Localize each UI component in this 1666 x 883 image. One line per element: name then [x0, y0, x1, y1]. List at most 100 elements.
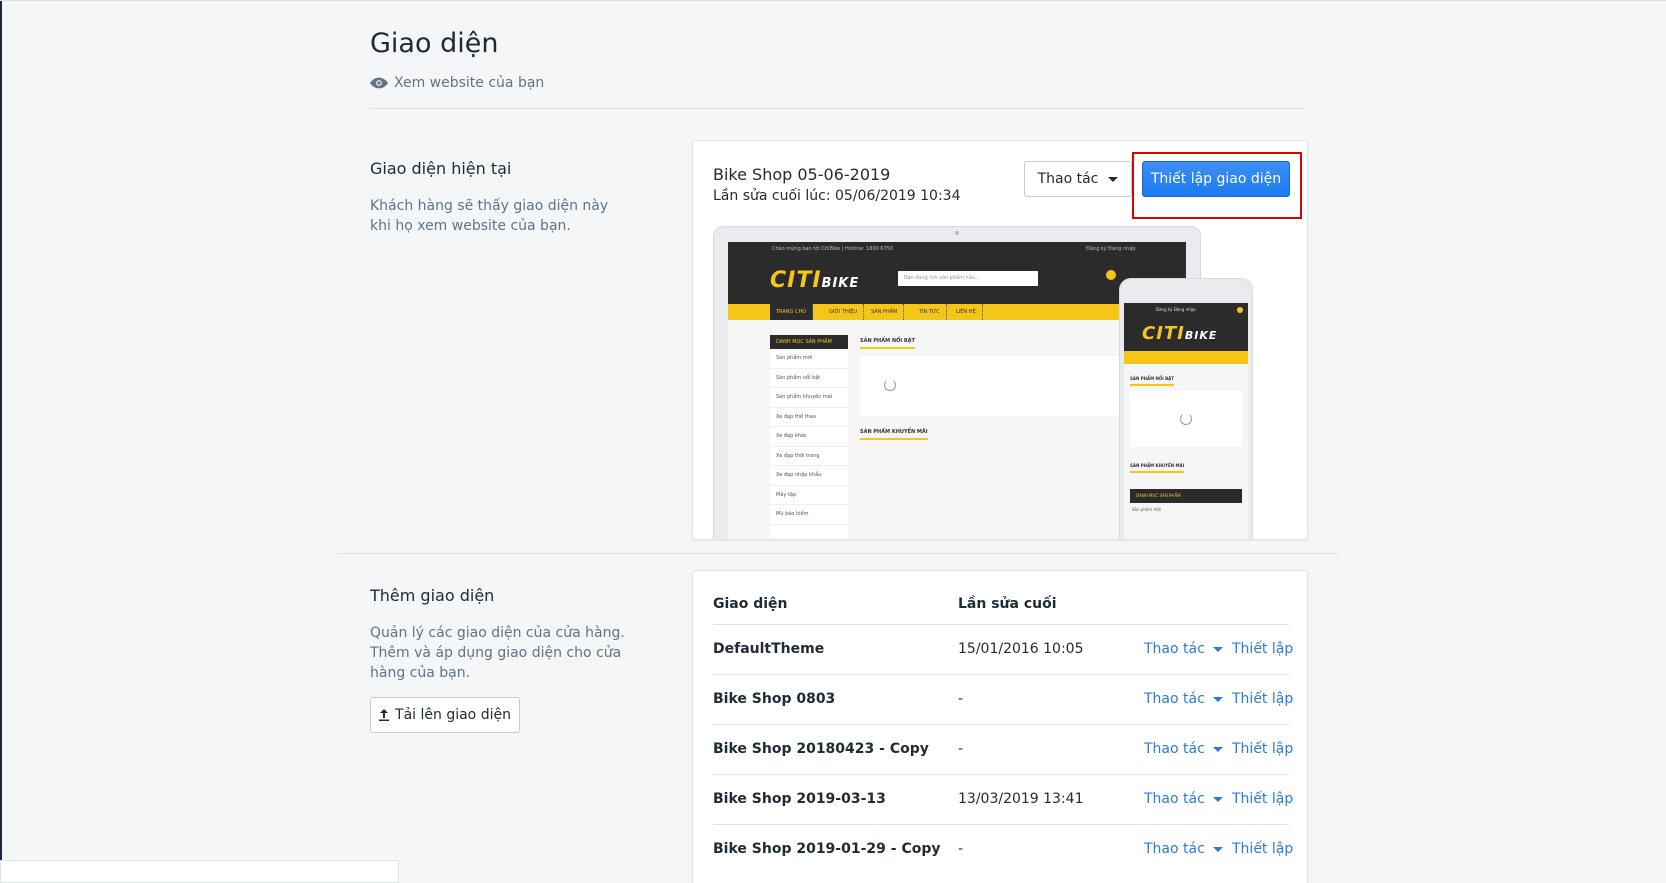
row-actions-label: Thao tác — [1144, 791, 1205, 807]
preview-topbar-right: Đăng ký Đăng nhập — [1086, 246, 1136, 252]
preview-sidebar-item: Sản phẩm khuyến mãi — [770, 388, 848, 408]
preview-featured-box — [860, 356, 1120, 416]
mobile-preview-logo: CITIBIKE — [1142, 323, 1217, 344]
preview-sidebar-item: Xe đạp nhập khẩu — [770, 466, 848, 486]
eye-icon — [370, 77, 388, 89]
theme-date-cell: 13/03/2019 13:41 — [958, 791, 1084, 807]
mobile-featured-title: SẢN PHẨM NỔI BẬT — [1130, 376, 1174, 386]
current-theme-title: Giao diện hiện tại — [370, 159, 512, 178]
upload-theme-label: Tải lên giao diện — [395, 707, 511, 723]
theme-date-cell: 15/01/2016 10:05 — [958, 641, 1084, 657]
row-customize-link[interactable]: Thiết lập — [1232, 691, 1293, 707]
bottom-panel — [0, 860, 399, 883]
row-actions-label: Thao tác — [1144, 691, 1205, 707]
table-row: DefaultTheme 15/01/2016 10:05 Thao tác T… — [713, 624, 1293, 674]
caret-down-icon — [1212, 696, 1223, 702]
preview-sidebar: DANH MỤC SẢN PHẨM Sản phẩm mới Sản phẩm … — [770, 335, 848, 539]
logo-citi: CITI — [770, 268, 822, 293]
preview-featured-title: SẢN PHẨM NỔI BẬT — [860, 338, 915, 349]
mobile-preview: Đăng ký Đăng nhập CITIBIKE SẢN PHẨM NỔI … — [1119, 278, 1253, 539]
section-divider — [338, 553, 1338, 554]
row-customize-link[interactable]: Thiết lập — [1232, 791, 1293, 807]
preview-nav-item: GIỚI THIỆU — [823, 304, 865, 320]
logo-bike: BIKE — [1184, 329, 1218, 342]
mobile-preview-screen: Đăng ký Đăng nhập CITIBIKE SẢN PHẨM NỔI … — [1124, 303, 1248, 539]
view-website-link[interactable]: Xem website của bạn — [370, 75, 544, 91]
logo-citi: CITI — [1142, 323, 1185, 344]
mobile-sidebar-title: DANH MỤC SẢN PHẨM — [1130, 489, 1242, 503]
col-header-last-edit: Lần sửa cuối — [958, 596, 1057, 612]
row-actions-dropdown[interactable]: Thao tác — [1144, 741, 1223, 757]
row-actions-dropdown[interactable]: Thao tác — [1144, 791, 1223, 807]
preview-nav-item: SẢN PHẨM — [865, 304, 905, 320]
theme-name-cell: Bike Shop 0803 — [713, 691, 836, 707]
row-actions-label: Thao tác — [1144, 841, 1205, 857]
upload-icon — [379, 709, 390, 721]
current-theme-name: Bike Shop 05-06-2019 — [713, 165, 891, 184]
caret-down-icon — [1212, 846, 1223, 852]
caret-down-icon — [1108, 176, 1119, 182]
mobile-cart-icon — [1237, 307, 1243, 313]
preview-search: Bạn đang tìm sản phẩm nào... — [898, 271, 1038, 286]
preview-promo-title: SẢN PHẨM KHUYẾN MÃI — [860, 429, 928, 440]
col-header-theme: Giao diện — [713, 596, 788, 612]
loading-spinner-icon — [1180, 413, 1192, 425]
row-actions-dropdown[interactable]: Thao tác — [1144, 691, 1223, 707]
theme-actions-dropdown[interactable]: Thao tác — [1024, 161, 1132, 197]
preview-sidebar-item: Xe đạp thể thao — [770, 408, 848, 427]
camera-dot — [955, 231, 959, 235]
table-row: Bike Shop 0803 - Thao tác Thiết lập — [713, 674, 1293, 724]
row-customize-link[interactable]: Thiết lập — [1232, 841, 1293, 857]
desktop-preview-screen: Chào mừng bạn tới CitiBike | Hotline: 18… — [728, 242, 1186, 539]
preview-sidebar-item: Xe đạp khác — [770, 427, 848, 447]
caret-down-icon — [1212, 646, 1223, 652]
preview-logo: CITIBIKE — [770, 268, 859, 293]
row-actions-label: Thao tác — [1144, 741, 1205, 757]
view-website-label: Xem website của bạn — [394, 75, 545, 91]
more-themes-desc: Quản lý các giao diện của cửa hàng. Thêm… — [370, 625, 625, 681]
highlight-box — [1132, 152, 1302, 219]
table-row: Bike Shop 2019-03-13 13/03/2019 13:41 Th… — [713, 774, 1293, 824]
current-theme-desc: Khách hàng sẽ thấy giao diện này khi họ … — [370, 198, 609, 234]
table-row: Bike Shop 2019-01-29 - Copy - Thao tác T… — [713, 824, 1293, 874]
row-actions-dropdown[interactable]: Thao tác — [1144, 841, 1223, 857]
theme-date-cell: - — [958, 691, 964, 707]
row-customize-link[interactable]: Thiết lập — [1232, 741, 1293, 757]
preview-sidebar-item: Sản phẩm mới — [770, 349, 848, 369]
preview-sidebar-title: DANH MỤC SẢN PHẨM — [770, 335, 848, 349]
top-divider — [0, 0, 1666, 1]
preview-topbar-left: Chào mừng bạn tới CitiBike | Hotline: 18… — [772, 246, 894, 252]
preview-nav-item: LIÊN HỆ — [950, 304, 983, 320]
themes-table-card: Giao diện Lần sửa cuối DefaultTheme 15/0… — [692, 570, 1308, 883]
mobile-featured-box — [1130, 391, 1242, 447]
theme-name-cell: DefaultTheme — [713, 641, 825, 657]
cart-icon — [1106, 270, 1116, 280]
caret-down-icon — [1212, 746, 1223, 752]
header-divider — [370, 108, 1306, 109]
preview-nav-item: TRANG CHỦ — [770, 304, 813, 320]
row-actions-label: Thao tác — [1144, 641, 1205, 657]
preview-sidebar-item: Xe đạp thời trang — [770, 447, 848, 466]
current-theme-last-edited: Lần sửa cuối lúc: 05/06/2019 10:34 — [713, 188, 961, 204]
preview-sidebar-item: Sản phẩm nổi bật — [770, 369, 848, 388]
more-themes-title: Thêm giao diện — [370, 586, 495, 605]
theme-date-cell: - — [958, 841, 964, 857]
loading-spinner-icon — [884, 379, 896, 391]
page-title: Giao diện — [370, 28, 499, 59]
preview-topbar: Chào mừng bạn tới CitiBike | Hotline: 18… — [728, 242, 1186, 256]
mobile-sidebar-item: Sản phẩm mới — [1132, 507, 1161, 512]
left-edge — [0, 0, 2, 883]
mobile-promo-title: SẢN PHẨM KHUYẾN MÃI — [1130, 463, 1185, 473]
table-row: Bike Shop 20180423 - Copy - Thao tác Thi… — [713, 724, 1293, 774]
preview-header: CITIBIKE Bạn đang tìm sản phẩm nào... — [728, 256, 1186, 304]
preview-nav: TRANG CHỦ GIỚI THIỆU SẢN PHẨM TIN TỨC LI… — [728, 304, 1186, 320]
theme-date-cell: - — [958, 741, 964, 757]
theme-name-cell: Bike Shop 20180423 - Copy — [713, 741, 929, 757]
caret-down-icon — [1212, 796, 1223, 802]
upload-theme-button[interactable]: Tải lên giao diện — [370, 697, 520, 733]
mobile-preview-top: Đăng ký Đăng nhập — [1156, 307, 1196, 312]
row-actions-dropdown[interactable]: Thao tác — [1144, 641, 1223, 657]
theme-actions-label: Thao tác — [1037, 171, 1099, 187]
preview-sidebar-item: Máy tập — [770, 486, 848, 505]
row-customize-link[interactable]: Thiết lập — [1232, 641, 1293, 657]
